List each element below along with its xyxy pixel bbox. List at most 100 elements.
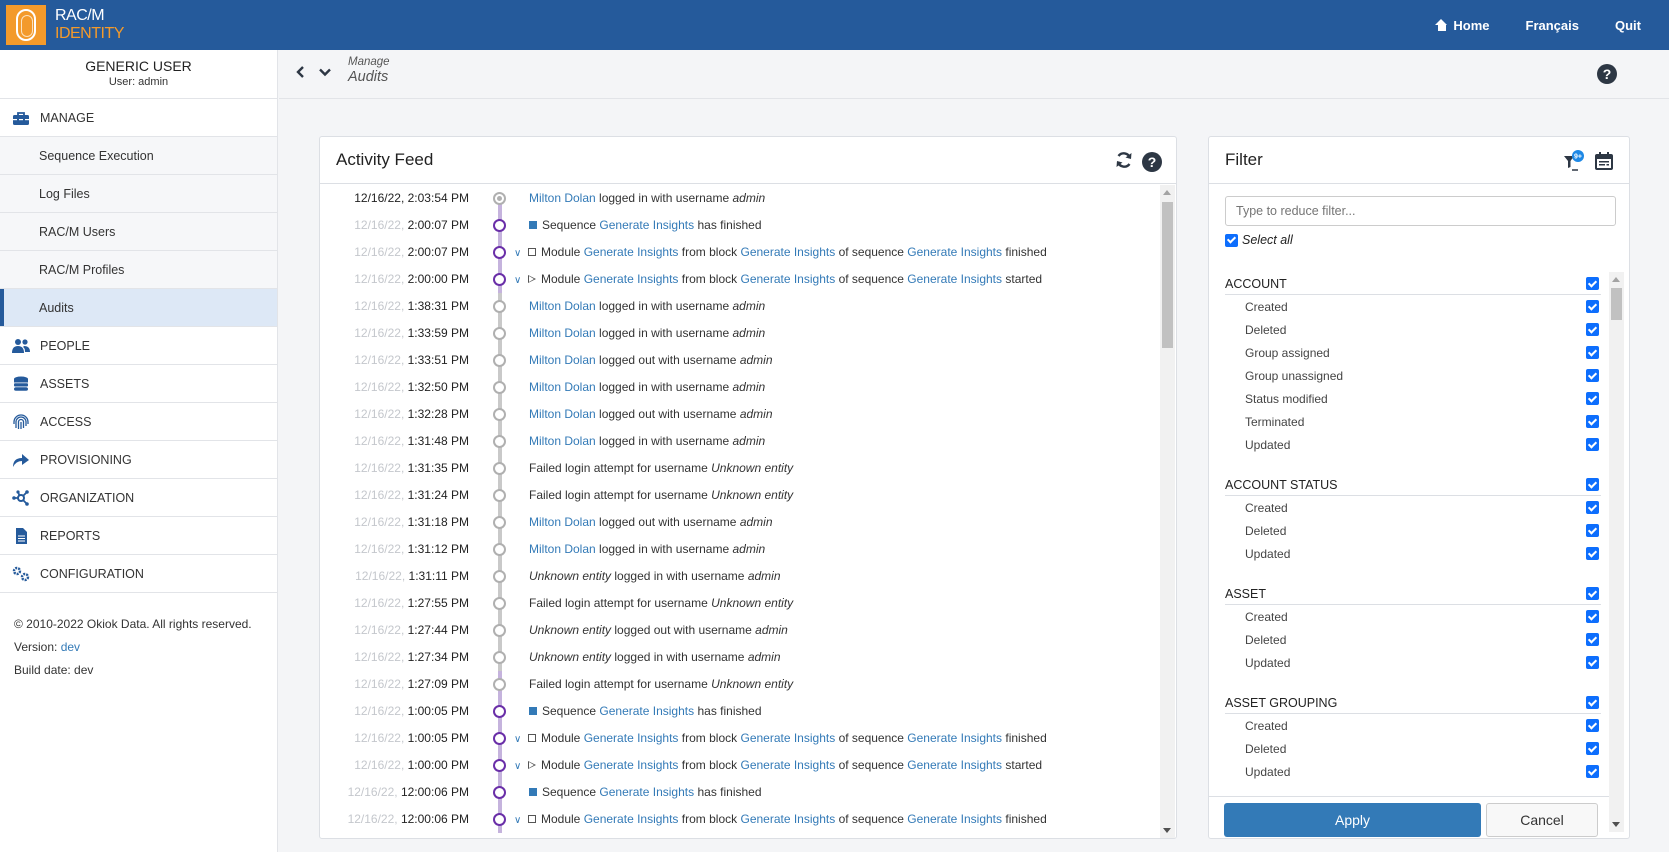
select-all-check-icon[interactable]	[1225, 233, 1238, 247]
module-link[interactable]: Generate Insights	[584, 731, 679, 745]
block-link[interactable]: Generate Insights	[740, 758, 835, 772]
sequence-link[interactable]: Generate Insights	[599, 785, 694, 799]
sidebar-item-sequence-execution[interactable]: Sequence Execution	[0, 137, 277, 175]
user-link[interactable]: Milton Dolan	[529, 380, 596, 394]
filter-item[interactable]: Group assigned	[1225, 341, 1601, 364]
filter-group-checkbox[interactable]	[1586, 277, 1599, 290]
filter-item[interactable]: Status modified	[1225, 387, 1601, 410]
expand-chevron-icon[interactable]: ∨	[514, 275, 524, 286]
language-link[interactable]: Français	[1526, 18, 1579, 33]
sequence-link[interactable]: Generate Insights	[599, 704, 694, 718]
sidebar-item-configuration[interactable]: CONFIGURATION	[0, 555, 277, 593]
sidebar-item-assets[interactable]: ASSETS	[0, 365, 277, 403]
sidebar-item-rac-m-profiles[interactable]: RAC/M Profiles	[0, 251, 277, 289]
user-link[interactable]: Milton Dolan	[529, 191, 596, 205]
filter-item[interactable]: Deleted	[1225, 628, 1601, 651]
filter-item[interactable]: Created	[1225, 605, 1601, 628]
filter-group-checkbox[interactable]	[1586, 478, 1599, 491]
help-icon[interactable]: ?	[1597, 64, 1617, 84]
module-link[interactable]: Generate Insights	[584, 812, 679, 826]
filter-item-checkbox[interactable]	[1586, 323, 1599, 336]
filter-item-checkbox[interactable]	[1586, 369, 1599, 382]
filter-group-header[interactable]: ACCOUNT	[1225, 269, 1601, 295]
filter-group-checkbox[interactable]	[1586, 587, 1599, 600]
filter-item[interactable]: Deleted	[1225, 519, 1601, 542]
sidebar-item-access[interactable]: ACCESS	[0, 403, 277, 441]
activity-feed-scrollbar[interactable]	[1160, 185, 1175, 838]
user-link[interactable]: Milton Dolan	[529, 434, 596, 448]
sequence-link[interactable]: Generate Insights	[599, 218, 694, 232]
filter-group-header[interactable]: ASSET	[1225, 579, 1601, 605]
logo-fingerprint-icon[interactable]	[6, 5, 46, 45]
sequence-link[interactable]: Generate Insights	[907, 812, 1002, 826]
filter-item-checkbox[interactable]	[1586, 633, 1599, 646]
calendar-icon[interactable]	[1593, 150, 1615, 175]
module-link[interactable]: Generate Insights	[584, 272, 679, 286]
chevron-down-icon[interactable]	[319, 66, 331, 81]
scroll-up-arrow[interactable]	[1163, 190, 1171, 195]
filter-item-checkbox[interactable]	[1586, 501, 1599, 514]
feed-help-icon[interactable]: ?	[1142, 151, 1162, 172]
filter-item-checkbox[interactable]	[1586, 415, 1599, 428]
sidebar-item-manage[interactable]: MANAGE	[0, 99, 277, 137]
filter-item-checkbox[interactable]	[1586, 610, 1599, 623]
sequence-link[interactable]: Generate Insights	[907, 731, 1002, 745]
filter-item[interactable]: Updated	[1225, 760, 1601, 783]
filter-item-checkbox[interactable]	[1586, 300, 1599, 313]
user-link[interactable]: Milton Dolan	[529, 353, 596, 367]
block-link[interactable]: Generate Insights	[740, 245, 835, 259]
filter-group-header[interactable]: ASSET GROUPING	[1225, 688, 1601, 714]
scroll-thumb[interactable]	[1162, 202, 1173, 348]
filter-item-checkbox[interactable]	[1586, 719, 1599, 732]
user-link[interactable]: Milton Dolan	[529, 542, 596, 556]
filter-item[interactable]: Updated	[1225, 433, 1601, 456]
version-link[interactable]: dev	[61, 640, 80, 654]
scroll-down-arrow[interactable]	[1163, 828, 1171, 833]
filter-item[interactable]: Created	[1225, 714, 1601, 737]
sidebar-item-reports[interactable]: REPORTS	[0, 517, 277, 555]
filter-item-checkbox[interactable]	[1586, 438, 1599, 451]
filter-scroll-down-arrow[interactable]	[1612, 822, 1620, 827]
block-link[interactable]: Generate Insights	[740, 731, 835, 745]
sidebar-item-organization[interactable]: ORGANIZATION	[0, 479, 277, 517]
filter-group-header[interactable]: ACCOUNT STATUS	[1225, 470, 1601, 496]
sidebar-item-log-files[interactable]: Log Files	[0, 175, 277, 213]
filter-item-checkbox[interactable]	[1586, 656, 1599, 669]
filter-item[interactable]: Created	[1225, 295, 1601, 318]
user-link[interactable]: Milton Dolan	[529, 299, 596, 313]
block-link[interactable]: Generate Insights	[740, 812, 835, 826]
filter-item-checkbox[interactable]	[1586, 547, 1599, 560]
select-all-checkbox[interactable]: Select all	[1225, 233, 1293, 247]
filter-scroll-thumb[interactable]	[1611, 288, 1622, 320]
user-link[interactable]: Milton Dolan	[529, 407, 596, 421]
refresh-icon[interactable]	[1114, 150, 1134, 173]
cancel-button[interactable]: Cancel	[1486, 803, 1598, 837]
sidebar-item-rac-m-users[interactable]: RAC/M Users	[0, 213, 277, 251]
user-link[interactable]: Milton Dolan	[529, 326, 596, 340]
apply-button[interactable]: Apply	[1224, 803, 1481, 837]
home-link[interactable]: Home	[1435, 18, 1490, 33]
filter-count-icon[interactable]: 9+	[1563, 150, 1585, 175]
filter-item[interactable]: Deleted	[1225, 737, 1601, 760]
sequence-link[interactable]: Generate Insights	[907, 758, 1002, 772]
filter-item-checkbox[interactable]	[1586, 742, 1599, 755]
filter-item-checkbox[interactable]	[1586, 346, 1599, 359]
module-link[interactable]: Generate Insights	[584, 245, 679, 259]
sequence-link[interactable]: Generate Insights	[907, 272, 1002, 286]
expand-chevron-icon[interactable]: ∨	[514, 734, 524, 745]
expand-chevron-icon[interactable]: ∨	[514, 815, 524, 826]
filter-item[interactable]: Deleted	[1225, 318, 1601, 341]
filter-item[interactable]: Terminated	[1225, 410, 1601, 433]
sequence-link[interactable]: Generate Insights	[907, 245, 1002, 259]
user-link[interactable]: Milton Dolan	[529, 515, 596, 529]
filter-scrollbar[interactable]	[1609, 272, 1624, 832]
sidebar-item-people[interactable]: PEOPLE	[0, 327, 277, 365]
filter-item[interactable]: Updated	[1225, 542, 1601, 565]
breadcrumb-parent[interactable]: Manage	[348, 56, 390, 68]
sidebar-item-provisioning[interactable]: PROVISIONING	[0, 441, 277, 479]
filter-item[interactable]: Updated	[1225, 651, 1601, 674]
module-link[interactable]: Generate Insights	[584, 758, 679, 772]
block-link[interactable]: Generate Insights	[740, 272, 835, 286]
filter-scroll-up-arrow[interactable]	[1612, 277, 1620, 282]
quit-link[interactable]: Quit	[1615, 18, 1641, 33]
